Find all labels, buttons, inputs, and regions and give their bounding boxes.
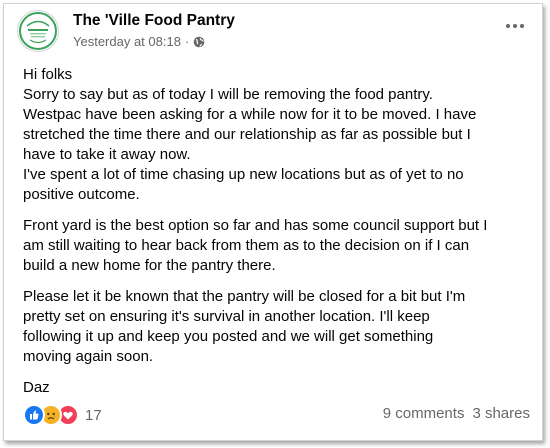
- post-footer: 17 9 comments 3 shares: [23, 404, 530, 426]
- page-name-link[interactable]: The 'Ville Food Pantry: [73, 12, 235, 30]
- signature-line: Daz: [23, 379, 50, 396]
- text-line: pretty set on ensuring it's survival in …: [23, 308, 430, 325]
- post-meta: Yesterday at 08:18 ·: [73, 34, 205, 49]
- text-line: Hi folks: [23, 66, 73, 83]
- more-options-icon[interactable]: [500, 16, 530, 36]
- thumbs-up-glyph: [30, 410, 39, 420]
- text-line: Please let it be known that the pantry w…: [23, 288, 466, 305]
- text-line: Front yard is the best option so far and…: [23, 217, 488, 234]
- text-line: positive outcome.: [23, 186, 140, 203]
- text-line: following it up and keep you posted and …: [23, 328, 434, 345]
- paragraph: Front yard is the best option so far and…: [23, 216, 538, 276]
- pantry-logo-icon: [19, 12, 57, 50]
- engagement-counts: 9 comments 3 shares: [383, 405, 530, 422]
- meta-separator: ·: [184, 34, 190, 49]
- like-icon: [23, 404, 45, 426]
- reactions-summary[interactable]: 17: [23, 404, 102, 426]
- more-dot: [506, 24, 510, 28]
- comments-count-link[interactable]: 9 comments: [383, 405, 465, 422]
- paragraph: Please let it be known that the pantry w…: [23, 287, 538, 367]
- paragraph: Daz: [23, 378, 538, 398]
- reaction-count: 17: [85, 406, 102, 424]
- paragraph: Hi folks Sorry to say but as of today I …: [23, 65, 538, 205]
- text-line: have to take it away now.: [23, 146, 191, 163]
- text-line: moving again soon.: [23, 348, 154, 365]
- more-dot: [513, 24, 517, 28]
- text-line: stretched the time there and our relatio…: [23, 126, 471, 143]
- post-body: Hi folks Sorry to say but as of today I …: [23, 65, 538, 409]
- post-header: The 'Ville Food Pantry Yesterday at 08:1…: [17, 10, 532, 54]
- text-line: Sorry to say but as of today I will be r…: [23, 86, 433, 103]
- shares-count-link[interactable]: 3 shares: [472, 405, 530, 422]
- post-timestamp[interactable]: Yesterday at 08:18: [73, 34, 181, 49]
- text-line: Westpac have been asking for a while now…: [23, 106, 477, 123]
- post-card: The 'Ville Food Pantry Yesterday at 08:1…: [3, 3, 543, 441]
- page-avatar[interactable]: [17, 10, 59, 52]
- text-line: I've spent a lot of time chasing up new …: [23, 166, 464, 183]
- text-line: am still waiting to hear back from them …: [23, 237, 470, 254]
- more-dot: [520, 24, 524, 28]
- text-line: build a new home for the pantry there.: [23, 257, 276, 274]
- globe-icon[interactable]: [193, 36, 205, 48]
